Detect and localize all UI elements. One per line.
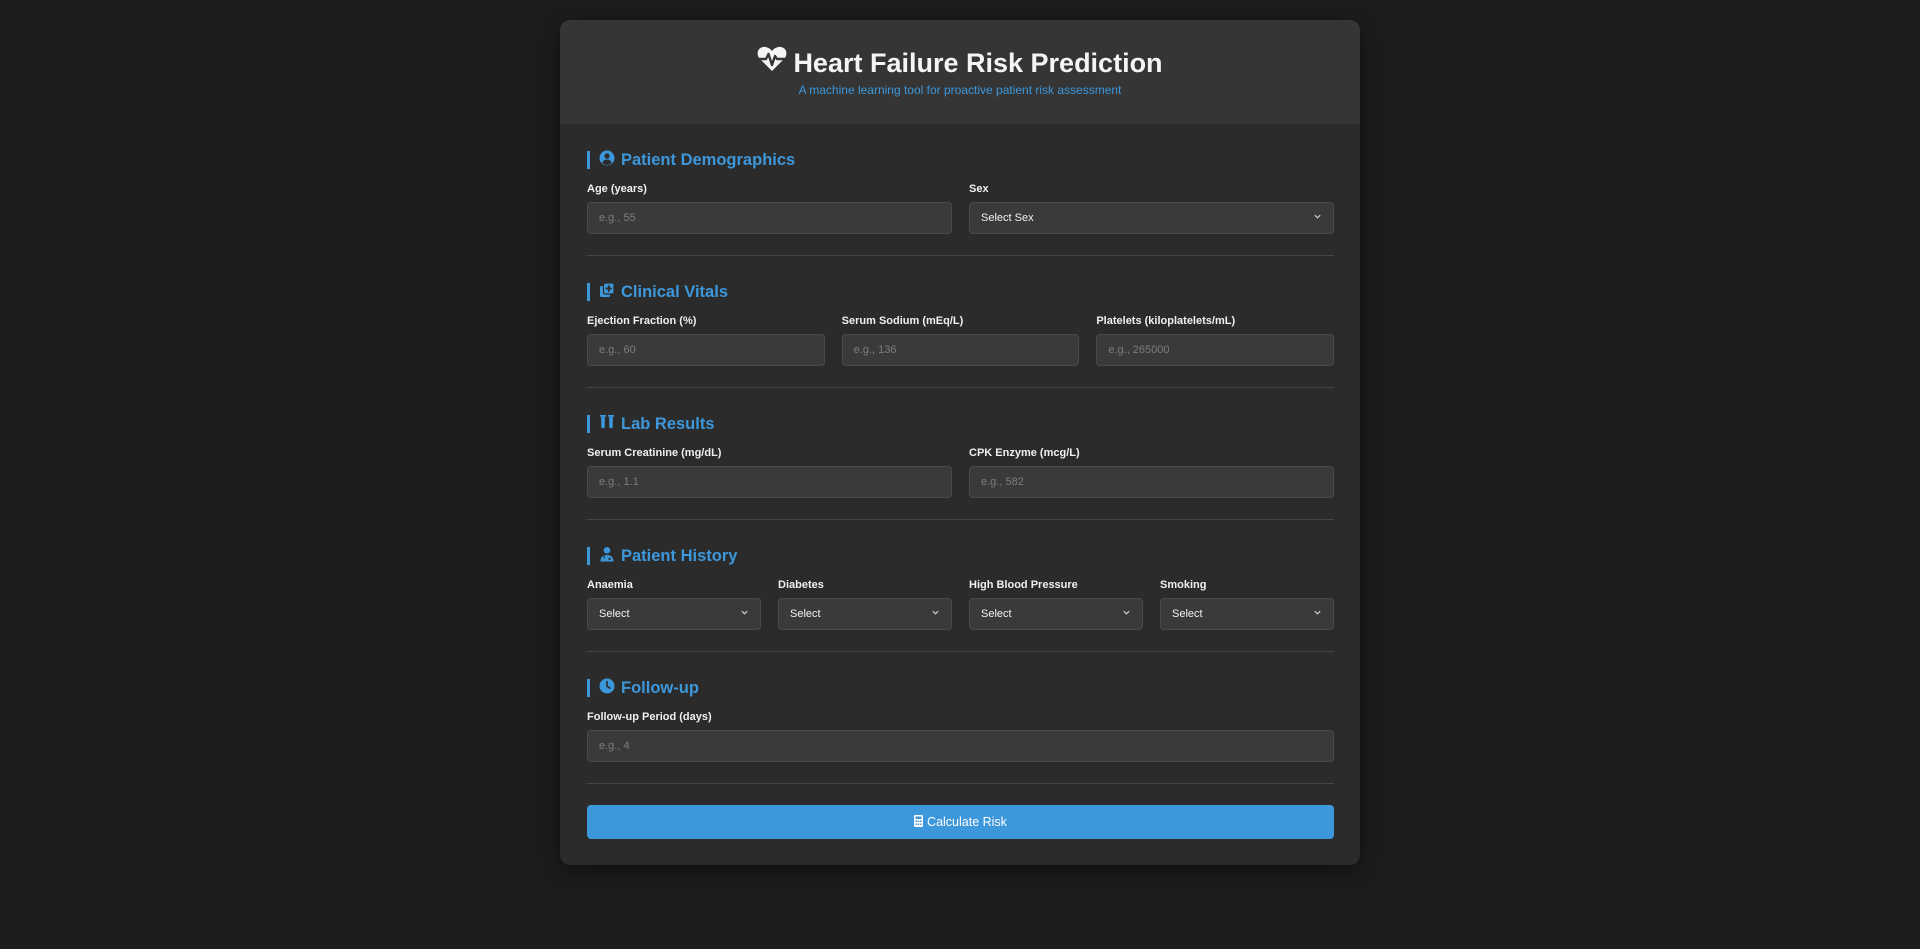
smoking-select-value: Select <box>1172 608 1203 620</box>
high-blood-pressure-field: High Blood Pressure Select <box>969 579 1143 630</box>
sex-label: Sex <box>969 183 989 195</box>
platelets-field: Platelets (kiloplatelets/mL) <box>1096 315 1335 366</box>
chevron-down-icon <box>931 599 940 629</box>
serum-sodium-input[interactable] <box>841 334 1080 366</box>
sex-field: Sex Select Sex <box>969 183 1334 234</box>
serum-sodium-label: Serum Sodium (mEq/L) <box>841 315 964 327</box>
history-row: Anaemia Select Diabetes Select High Bloo… <box>587 579 1334 630</box>
followup-period-field: Follow-up Period (days) <box>587 711 1334 762</box>
diabetes-select[interactable]: Select <box>778 598 952 630</box>
vials-icon <box>599 414 615 435</box>
notes-medical-icon <box>599 281 615 303</box>
chevron-down-icon <box>1313 599 1322 629</box>
age-field: Age (years) <box>587 183 952 234</box>
sex-select[interactable]: Select Sex <box>969 202 1334 234</box>
user-circle-icon <box>599 150 615 171</box>
card-header: Heart Failure Risk Prediction A machine … <box>560 20 1360 124</box>
diabetes-label: Diabetes <box>778 579 824 591</box>
high-blood-pressure-select-value: Select <box>981 608 1012 620</box>
chevron-down-icon <box>740 599 749 629</box>
prediction-card: Heart Failure Risk Prediction A machine … <box>560 20 1360 865</box>
smoking-select[interactable]: Select <box>1160 598 1334 630</box>
age-label: Age (years) <box>587 183 647 195</box>
high-blood-pressure-select[interactable]: Select <box>969 598 1143 630</box>
serum-creatinine-field: Serum Creatinine (mg/dL) <box>587 447 952 498</box>
calculator-icon <box>914 814 924 830</box>
anaemia-label: Anaemia <box>587 579 633 591</box>
followup-period-input[interactable] <box>587 730 1334 762</box>
divider <box>587 783 1334 784</box>
diabetes-select-value: Select <box>790 608 821 620</box>
smoking-label: Smoking <box>1160 579 1207 591</box>
platelets-input[interactable] <box>1096 334 1335 366</box>
form: Patient Demographics Age (years) Sex Sel… <box>560 124 1360 865</box>
cpk-enzyme-field: CPK Enzyme (mcg/L) <box>969 447 1334 498</box>
section-demographics: Patient Demographics Age (years) Sex Sel… <box>587 124 1334 256</box>
section-title-history: Patient History <box>587 546 1334 567</box>
sex-select-value: Select Sex <box>981 212 1034 224</box>
section-title-vitals: Clinical Vitals <box>587 281 1334 303</box>
ejection-fraction-input[interactable] <box>587 334 825 366</box>
followup-row: Follow-up Period (days) <box>587 711 1334 762</box>
platelets-label: Platelets (kiloplatelets/mL) <box>1096 315 1236 327</box>
ejection-fraction-label: Ejection Fraction (%) <box>587 315 697 327</box>
demographics-row: Age (years) Sex Select Sex <box>587 183 1334 234</box>
section-title-followup: Follow-up <box>587 678 1334 699</box>
serum-creatinine-label: Serum Creatinine (mg/dL) <box>587 447 722 459</box>
followup-period-label: Follow-up Period (days) <box>587 711 712 723</box>
cpk-enzyme-input[interactable] <box>969 466 1334 498</box>
ejection-fraction-field: Ejection Fraction (%) <box>587 315 825 366</box>
high-blood-pressure-label: High Blood Pressure <box>969 579 1078 591</box>
page-title: Heart Failure Risk Prediction <box>757 46 1163 79</box>
anaemia-select[interactable]: Select <box>587 598 761 630</box>
chevron-down-icon <box>1122 599 1131 629</box>
section-history: Patient History Anaemia Select Diabetes … <box>587 520 1334 652</box>
section-followup: Follow-up Follow-up Period (days) <box>587 652 1334 784</box>
age-input[interactable] <box>587 202 952 234</box>
anaemia-select-value: Select <box>599 608 630 620</box>
labs-row: Serum Creatinine (mg/dL) CPK Enzyme (mcg… <box>587 447 1334 498</box>
diabetes-field: Diabetes Select <box>778 579 952 630</box>
page-subtitle: A machine learning tool for proactive pa… <box>798 83 1122 97</box>
calculate-risk-button[interactable]: Calculate Risk <box>587 805 1334 839</box>
vitals-row: Ejection Fraction (%) Serum Sodium (mEq/… <box>587 315 1335 366</box>
cpk-enzyme-label: CPK Enzyme (mcg/L) <box>969 447 1080 459</box>
user-doctor-icon <box>599 546 615 567</box>
heart-pulse-icon <box>757 46 787 79</box>
serum-creatinine-input[interactable] <box>587 466 952 498</box>
anaemia-field: Anaemia Select <box>587 579 761 630</box>
calculate-risk-label: Calculate Risk <box>927 815 1007 829</box>
smoking-field: Smoking Select <box>1160 579 1334 630</box>
section-vitals: Clinical Vitals Ejection Fraction (%) Se… <box>587 256 1335 388</box>
serum-sodium-field: Serum Sodium (mEq/L) <box>841 315 1080 366</box>
page-title-text: Heart Failure Risk Prediction <box>793 47 1163 78</box>
section-title-demographics: Patient Demographics <box>587 150 1334 171</box>
section-labs: Lab Results Serum Creatinine (mg/dL) CPK… <box>587 388 1334 520</box>
clock-icon <box>599 678 615 699</box>
section-title-labs: Lab Results <box>587 414 1334 435</box>
chevron-down-icon <box>1313 203 1322 233</box>
